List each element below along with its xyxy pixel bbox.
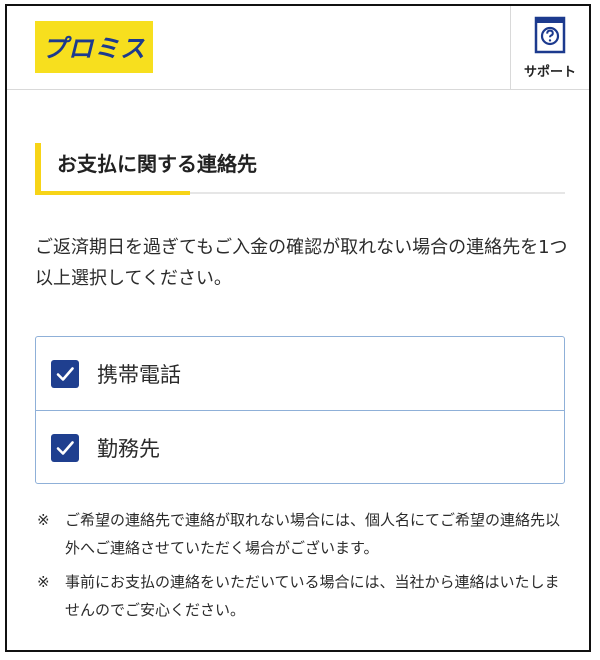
heading-accent-bar [35, 143, 41, 193]
promise-logo[interactable]: プロミス [35, 21, 153, 73]
heading-underline [190, 192, 565, 194]
section-heading: お支払に関する連絡先 [35, 143, 565, 195]
checkmark-icon [56, 440, 74, 455]
note-item: ※ ご希望の連絡先で連絡が取れない場合には、個人名にてご希望の連絡先以外へご連絡… [37, 506, 572, 562]
support-button[interactable]: サポート [510, 6, 589, 89]
note-mark: ※ [37, 511, 50, 529]
help-book-icon [534, 16, 566, 54]
checkmark-icon [56, 366, 74, 381]
instruction-text: ご返済期日を過ぎてもご入金の確認が取れない場合の連絡先を1つ以上選択してください… [35, 237, 568, 289]
mobile-phone-checkbox[interactable] [51, 359, 79, 388]
notes: ※ ご希望の連絡先で連絡が取れない場合には、個人名にてご希望の連絡先以外へご連絡… [37, 506, 572, 630]
header: プロミス サポート [7, 6, 589, 90]
heading-underline-accent [35, 191, 190, 195]
note-text: 事前にお支払の連絡をいただいている場合には、当社から連絡はいたしませんのでご安心… [65, 573, 560, 619]
checkbox-row-mobile-phone[interactable]: 携帯電話 [36, 337, 564, 410]
note-text: ご希望の連絡先で連絡が取れない場合には、個人名にてご希望の連絡先以外へご連絡させ… [65, 511, 561, 557]
workplace-checkbox[interactable] [51, 433, 79, 462]
checkbox-label: 携帯電話 [97, 362, 181, 387]
support-label: サポート [523, 65, 576, 80]
page-title: お支払に関する連絡先 [57, 152, 257, 176]
contact-checkbox-group: 携帯電話 勤務先 [35, 336, 565, 484]
note-item: ※ 事前にお支払の連絡をいただいている場合には、当社から連絡はいたしませんのでご… [37, 568, 572, 624]
page-frame: プロミス サポート お支払に関する連絡先 ご返済期日を過ぎてもご入金の確認が取れ… [5, 4, 591, 652]
checkbox-row-workplace[interactable]: 勤務先 [36, 410, 564, 484]
note-mark: ※ [37, 573, 50, 591]
checkbox-label: 勤務先 [97, 436, 160, 461]
